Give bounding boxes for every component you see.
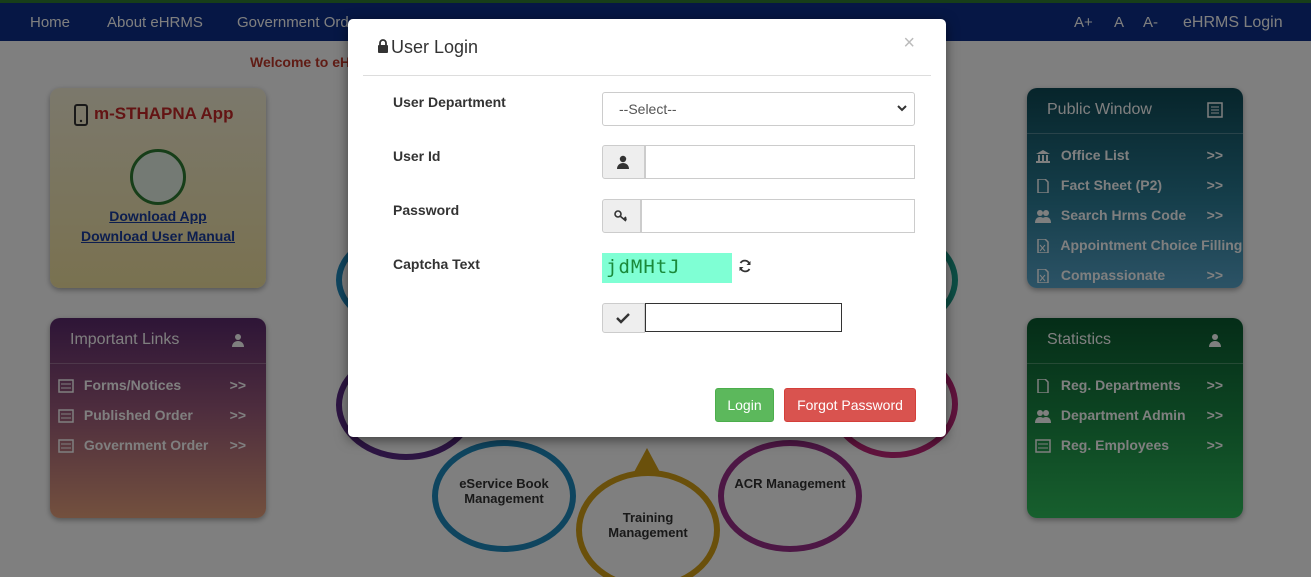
forgot-password-button[interactable]: Forgot Password bbox=[784, 388, 916, 422]
check-addon bbox=[602, 303, 645, 333]
userid-input[interactable] bbox=[645, 145, 915, 179]
user-icon bbox=[617, 155, 629, 169]
chevron-down-icon bbox=[897, 105, 907, 112]
key-addon bbox=[602, 199, 641, 233]
refresh-icon[interactable] bbox=[738, 259, 752, 273]
key-icon bbox=[614, 210, 628, 222]
captcha-label: Captcha Text bbox=[393, 256, 480, 272]
department-label: User Department bbox=[393, 94, 506, 110]
login-button[interactable]: Login bbox=[715, 388, 774, 422]
captcha-input[interactable] bbox=[645, 303, 842, 332]
captcha-image: jdMHtJ bbox=[602, 253, 732, 283]
userid-label: User Id bbox=[393, 148, 441, 164]
login-modal: User Login × User Department --Select-- … bbox=[348, 19, 946, 437]
department-select[interactable]: --Select-- bbox=[602, 92, 915, 126]
lock-icon bbox=[378, 39, 388, 53]
check-icon bbox=[616, 313, 630, 324]
user-addon bbox=[602, 145, 645, 179]
password-label: Password bbox=[393, 202, 460, 218]
modal-title: User Login bbox=[391, 37, 479, 57]
password-input[interactable] bbox=[641, 199, 915, 233]
modal-header: User Login × bbox=[363, 19, 931, 76]
close-button[interactable]: × bbox=[903, 32, 915, 55]
